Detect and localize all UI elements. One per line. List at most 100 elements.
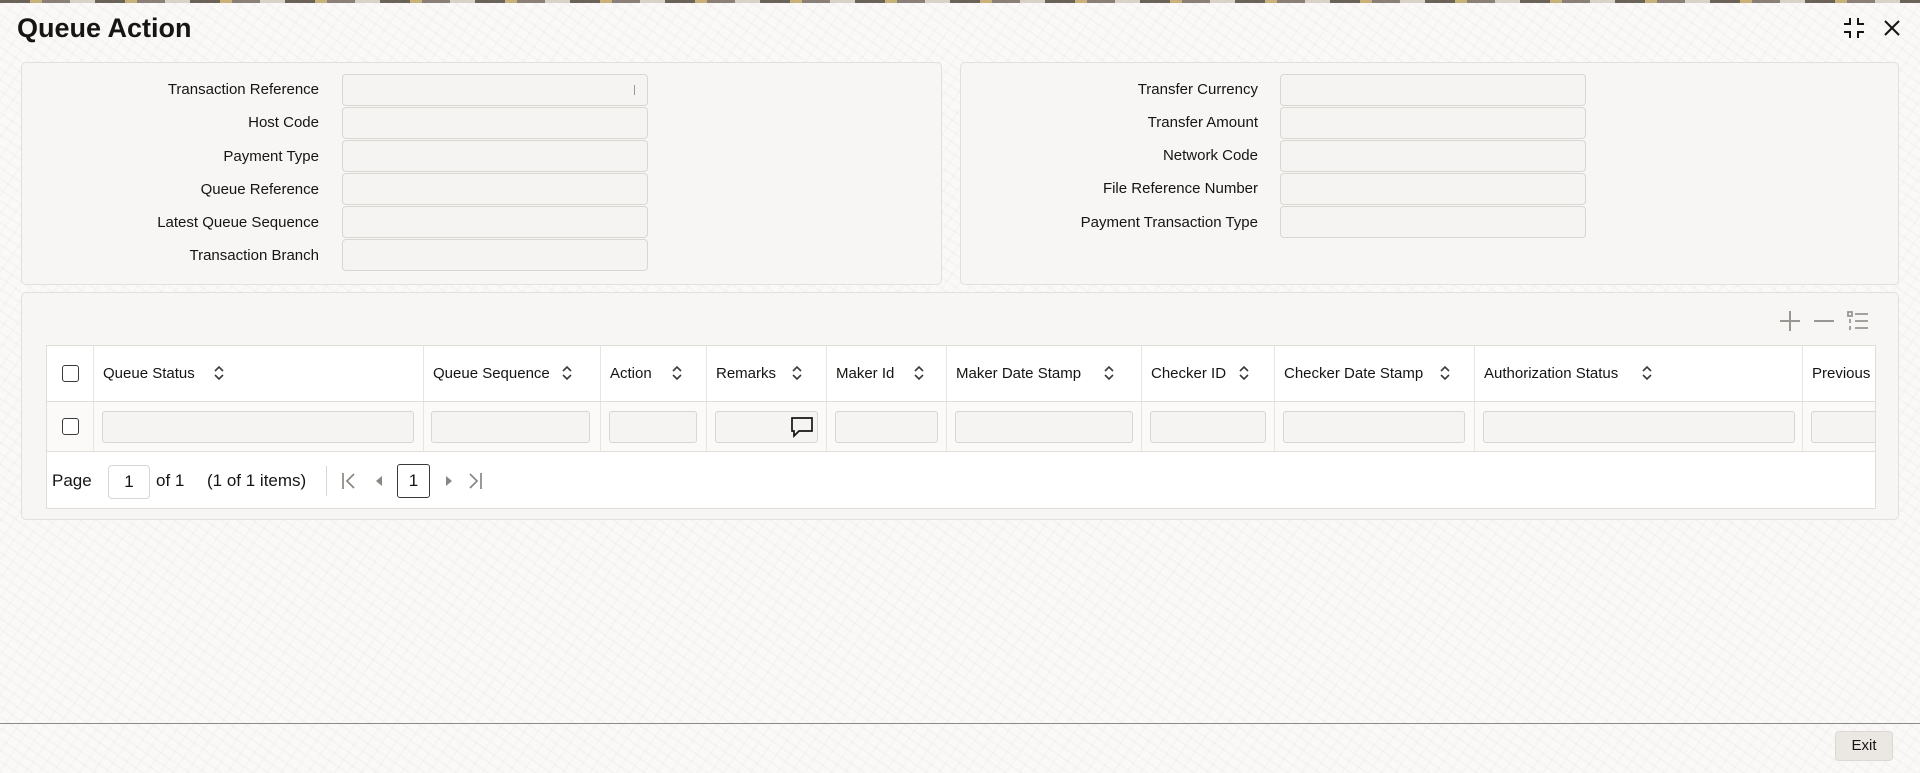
page-total-label: of 1: [156, 471, 185, 490]
close-icon[interactable]: [1878, 14, 1906, 42]
exit-button[interactable]: Exit: [1835, 731, 1893, 761]
queue-grid-panel: Queue Status Queue Sequence Action Remar…: [21, 292, 1899, 520]
window-controls: [1840, 14, 1906, 42]
comment-icon[interactable]: [790, 416, 814, 438]
column-label: Checker ID: [1151, 365, 1227, 382]
column-label: Maker Date Stamp: [956, 365, 1082, 382]
transfer-currency-field[interactable]: [1280, 74, 1586, 106]
remarks-cell: [707, 402, 827, 451]
single-view-icon[interactable]: [1846, 309, 1870, 333]
row-checkbox[interactable]: [62, 418, 79, 435]
items-count-label: (1 of 1 items): [207, 471, 307, 490]
sort-icon[interactable]: [671, 364, 683, 382]
queue-reference-field[interactable]: [342, 173, 648, 205]
page-title: Queue Action: [17, 13, 192, 43]
transfer-amount-field[interactable]: [1280, 107, 1586, 139]
pager-divider: [326, 466, 327, 496]
column-checker-id[interactable]: Checker ID: [1142, 346, 1275, 401]
transaction-details-panel: Transaction Reference Host Code Payment …: [21, 62, 942, 285]
previous-cell: [1803, 402, 1875, 451]
column-label: Authorization Status: [1484, 365, 1619, 382]
text-caret: [634, 85, 635, 95]
network-code-field[interactable]: [1280, 140, 1586, 172]
sort-icon[interactable]: [1641, 364, 1653, 382]
authorization-status-input[interactable]: [1483, 411, 1795, 443]
table-row: [47, 402, 1875, 452]
add-row-icon[interactable]: [1778, 309, 1802, 333]
queue-table: Queue Status Queue Sequence Action Remar…: [46, 345, 1876, 509]
page-number-input[interactable]: 1: [108, 465, 150, 499]
column-label: Action: [610, 365, 652, 382]
select-all-column: [47, 346, 94, 401]
column-label: Maker Id: [836, 365, 895, 382]
queue-sequence-cell: [424, 402, 601, 451]
transaction-branch-label: Transaction Branch: [189, 247, 319, 264]
transaction-branch-field[interactable]: [342, 239, 648, 271]
column-queue-sequence[interactable]: Queue Sequence: [424, 346, 601, 401]
authorization-status-cell: [1475, 402, 1803, 451]
column-previous[interactable]: Previous: [1803, 346, 1875, 401]
latest-queue-sequence-label: Latest Queue Sequence: [157, 214, 319, 231]
transfer-amount-label: Transfer Amount: [1147, 114, 1258, 131]
next-page-icon[interactable]: [439, 470, 459, 492]
payment-transaction-type-label: Payment Transaction Type: [1080, 214, 1258, 231]
previous-page-icon[interactable]: [369, 470, 389, 492]
page-label: Page: [52, 471, 92, 490]
checker-id-input[interactable]: [1150, 411, 1266, 443]
action-input[interactable]: [609, 411, 697, 443]
column-label: Remarks: [716, 365, 777, 382]
column-checker-date-stamp[interactable]: Checker Date Stamp: [1275, 346, 1475, 401]
queue-sequence-input[interactable]: [431, 411, 590, 443]
maker-id-cell: [827, 402, 947, 451]
sort-icon[interactable]: [1439, 364, 1451, 382]
transfer-details-panel: Transfer Currency Transfer Amount Networ…: [960, 62, 1899, 285]
file-reference-number-field[interactable]: [1280, 173, 1586, 205]
sort-icon[interactable]: [1103, 364, 1115, 382]
row-select-cell: [47, 402, 94, 451]
collapse-icon[interactable]: [1840, 14, 1868, 42]
column-label: Queue Status: [103, 365, 195, 382]
checker-date-stamp-input[interactable]: [1283, 411, 1465, 443]
latest-queue-sequence-field[interactable]: [342, 206, 648, 238]
maker-id-input[interactable]: [835, 411, 938, 443]
previous-input[interactable]: [1811, 411, 1875, 443]
maker-date-stamp-input[interactable]: [955, 411, 1133, 443]
sort-icon[interactable]: [561, 364, 573, 382]
action-cell: [601, 402, 707, 451]
host-code-label: Host Code: [248, 114, 319, 131]
current-page-button[interactable]: 1: [397, 464, 430, 498]
payment-type-label: Payment Type: [223, 148, 319, 165]
queue-reference-label: Queue Reference: [200, 181, 319, 198]
checker-id-cell: [1142, 402, 1275, 451]
grid-toolbar: [1778, 309, 1870, 333]
pagination-bar: Page 1 of 1 (1 of 1 items) 1: [47, 452, 1875, 508]
sort-icon[interactable]: [213, 364, 225, 382]
select-all-checkbox[interactable]: [62, 365, 79, 382]
column-maker-date-stamp[interactable]: Maker Date Stamp: [947, 346, 1142, 401]
sort-icon[interactable]: [913, 364, 925, 382]
sort-icon[interactable]: [1238, 364, 1250, 382]
file-reference-number-label: File Reference Number: [1102, 180, 1258, 197]
column-action[interactable]: Action: [601, 346, 707, 401]
queue-status-cell: [94, 402, 424, 451]
payment-type-field[interactable]: [342, 140, 648, 172]
delete-row-icon[interactable]: [1812, 309, 1836, 333]
table-header: Queue Status Queue Sequence Action Remar…: [47, 346, 1875, 402]
column-authorization-status[interactable]: Authorization Status: [1475, 346, 1803, 401]
column-remarks[interactable]: Remarks: [707, 346, 827, 401]
maker-date-stamp-cell: [947, 402, 1142, 451]
network-code-label: Network Code: [1162, 147, 1258, 164]
transfer-currency-label: Transfer Currency: [1137, 81, 1258, 98]
last-page-icon[interactable]: [465, 470, 485, 492]
first-page-icon[interactable]: [339, 470, 359, 492]
sort-icon[interactable]: [791, 364, 803, 382]
column-maker-id[interactable]: Maker Id: [827, 346, 947, 401]
column-label: Queue Sequence: [433, 365, 550, 382]
host-code-field[interactable]: [342, 107, 648, 139]
queue-status-input[interactable]: [102, 411, 414, 443]
payment-transaction-type-field[interactable]: [1280, 206, 1586, 238]
transaction-reference-field[interactable]: [342, 74, 648, 106]
column-label: Previous: [1812, 365, 1871, 382]
checker-date-stamp-cell: [1275, 402, 1475, 451]
column-queue-status[interactable]: Queue Status: [94, 346, 424, 401]
